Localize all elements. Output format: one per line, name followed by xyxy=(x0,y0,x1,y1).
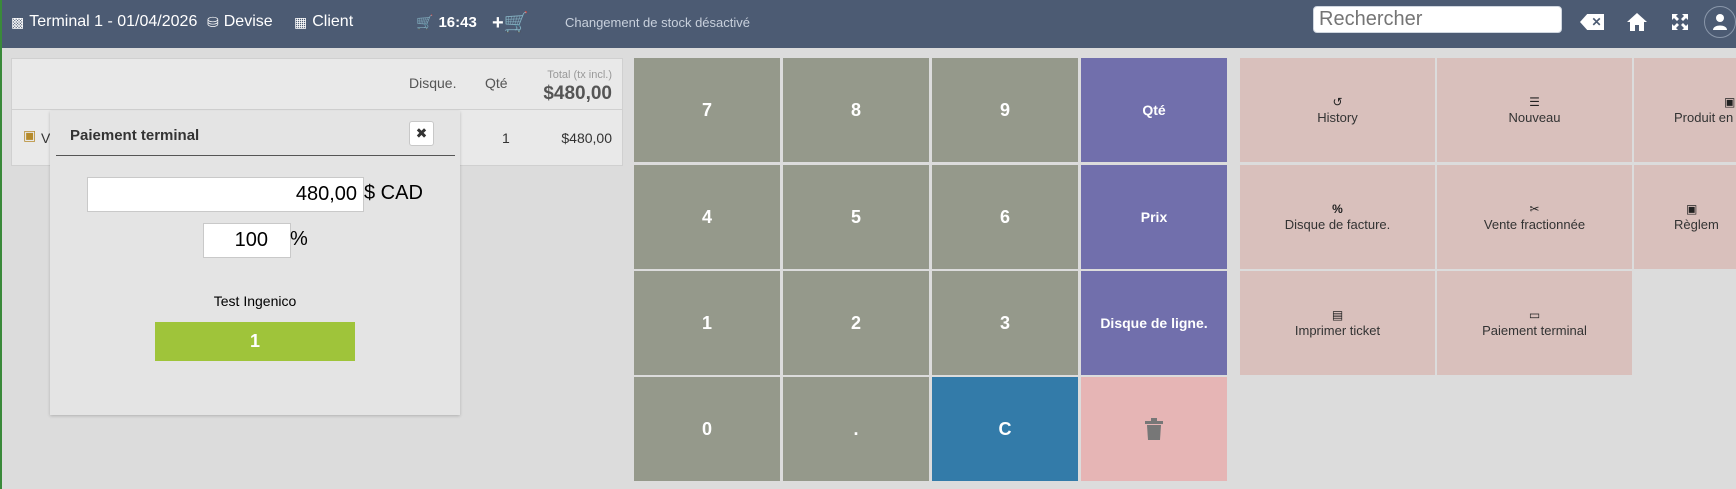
amount-currency: $ CAD xyxy=(364,182,423,204)
clock-time: 16:43 xyxy=(438,13,477,31)
price-button[interactable]: Prix xyxy=(1081,165,1227,269)
credit-card-icon: ▭ xyxy=(1528,308,1541,322)
close-icon: ✖ xyxy=(415,125,428,141)
history-label: History xyxy=(1317,110,1358,125)
terminal-payment-label: Paiement terminal xyxy=(1482,323,1587,338)
new-cart-button[interactable]: +🛒 xyxy=(492,0,529,44)
col-total-label: Total (tx incl.) xyxy=(547,69,612,81)
clear-button[interactable]: C xyxy=(932,377,1078,481)
settle-label: Règlem xyxy=(1674,217,1719,232)
terminal-selector[interactable]: ▩ Terminal 1 - 01/04/2026 xyxy=(11,0,197,44)
backspace-icon: ✕ xyxy=(1580,14,1604,30)
line-discount-button[interactable]: Disque de ligne. xyxy=(1081,271,1227,375)
terminal-payment-tile[interactable]: ▭ Paiement terminal xyxy=(1437,271,1632,375)
new-label: Nouveau xyxy=(1508,110,1561,125)
client-label: Client xyxy=(312,13,354,30)
line-amount: $480,00 xyxy=(561,130,612,146)
fullscreen-button[interactable] xyxy=(1666,0,1694,44)
box-icon: ▣ xyxy=(1724,95,1736,109)
coins-icon: ⛁ xyxy=(207,13,219,30)
qty-button[interactable]: Qté xyxy=(1081,58,1227,162)
home-button[interactable] xyxy=(1622,0,1652,44)
cash-register-icon: ▩ xyxy=(11,13,25,30)
split-sale-label: Vente fractionnée xyxy=(1483,217,1586,232)
trash-icon xyxy=(1145,418,1163,440)
key-decimal[interactable]: . xyxy=(783,377,929,481)
add-cart-icon: +🛒 xyxy=(492,11,529,34)
stock-notice: Changement de stock désactivé xyxy=(565,14,750,30)
settle-tile[interactable]: ▣ Règlem xyxy=(1634,165,1736,269)
clear-search-button[interactable]: ✕ xyxy=(1577,0,1607,44)
money-bill-icon: ▣ xyxy=(1686,202,1698,216)
product-icon: ▣ xyxy=(23,127,37,143)
invoice-discount-label: Disque de facture. xyxy=(1284,217,1391,232)
close-button[interactable]: ✖ xyxy=(409,121,434,146)
line-label: V xyxy=(41,130,51,146)
split-sale-tile[interactable]: ✂ Vente fractionnée xyxy=(1437,165,1632,269)
product-tile[interactable]: ▣ Produit en t xyxy=(1634,58,1736,162)
key-6[interactable]: 6 xyxy=(932,165,1078,269)
history-tile[interactable]: ↺ History xyxy=(1240,58,1435,162)
key-4[interactable]: 4 xyxy=(634,165,780,269)
invoice-discount-tile[interactable]: % Disque de facture. xyxy=(1240,165,1435,269)
dialog-divider xyxy=(56,155,455,156)
currency-label: Devise xyxy=(223,13,273,30)
order-total: $480,00 xyxy=(543,83,612,104)
percent-unit: % xyxy=(290,228,308,250)
order-header: Disque. Qté Total (tx incl.) $480,00 xyxy=(12,59,622,110)
search-input[interactable] xyxy=(1313,6,1562,33)
terminal-label: Terminal 1 - 01/04/2026 xyxy=(29,13,198,30)
cart-icon: 🛒 xyxy=(416,13,434,30)
user-icon xyxy=(1703,6,1736,38)
terminal-pay-button[interactable]: 1 xyxy=(155,322,355,361)
product-label: Produit en t xyxy=(1674,110,1736,125)
client-button[interactable]: ▦ Client xyxy=(294,0,353,44)
key-0[interactable]: 0 xyxy=(634,377,780,481)
terminal-payment-dialog: Paiement terminal ✖ $ CAD % Test Ingenic… xyxy=(50,111,460,415)
history-icon: ↺ xyxy=(1332,95,1343,109)
key-7[interactable]: 7 xyxy=(634,58,780,162)
print-ticket-label: Imprimer ticket xyxy=(1294,323,1381,338)
dialog-title: Paiement terminal xyxy=(70,127,200,144)
receipt-icon: ▤ xyxy=(1331,308,1344,322)
amount-input[interactable] xyxy=(87,177,364,212)
key-8[interactable]: 8 xyxy=(783,58,929,162)
currency-button[interactable]: ⛁ Devise xyxy=(207,0,273,44)
user-button[interactable] xyxy=(1701,0,1736,44)
layers-icon: ☰ xyxy=(1529,95,1540,109)
key-1[interactable]: 1 xyxy=(634,271,780,375)
print-ticket-tile[interactable]: ▤ Imprimer ticket xyxy=(1240,271,1435,375)
building-icon: ▦ xyxy=(294,13,308,30)
key-5[interactable]: 5 xyxy=(783,165,929,269)
home-icon xyxy=(1627,13,1647,31)
delete-button[interactable] xyxy=(1081,377,1227,481)
expand-icon xyxy=(1672,14,1688,30)
percent-icon: % xyxy=(1332,202,1343,216)
key-3[interactable]: 3 xyxy=(932,271,1078,375)
scissors-icon: ✂ xyxy=(1529,202,1540,216)
col-qty: Qté xyxy=(485,75,508,91)
top-bar: ▩ Terminal 1 - 01/04/2026 ⛁ Devise ▦ Cli… xyxy=(2,0,1736,48)
col-discount: Disque. xyxy=(409,75,457,91)
percent-input[interactable] xyxy=(203,223,291,258)
key-9[interactable]: 9 xyxy=(932,58,1078,162)
line-qty: 1 xyxy=(502,130,510,146)
new-tile[interactable]: ☰ Nouveau xyxy=(1437,58,1632,162)
cart-clock[interactable]: 🛒 16:43 xyxy=(416,0,477,44)
terminal-name: Test Ingenico xyxy=(213,293,297,309)
key-2[interactable]: 2 xyxy=(783,271,929,375)
